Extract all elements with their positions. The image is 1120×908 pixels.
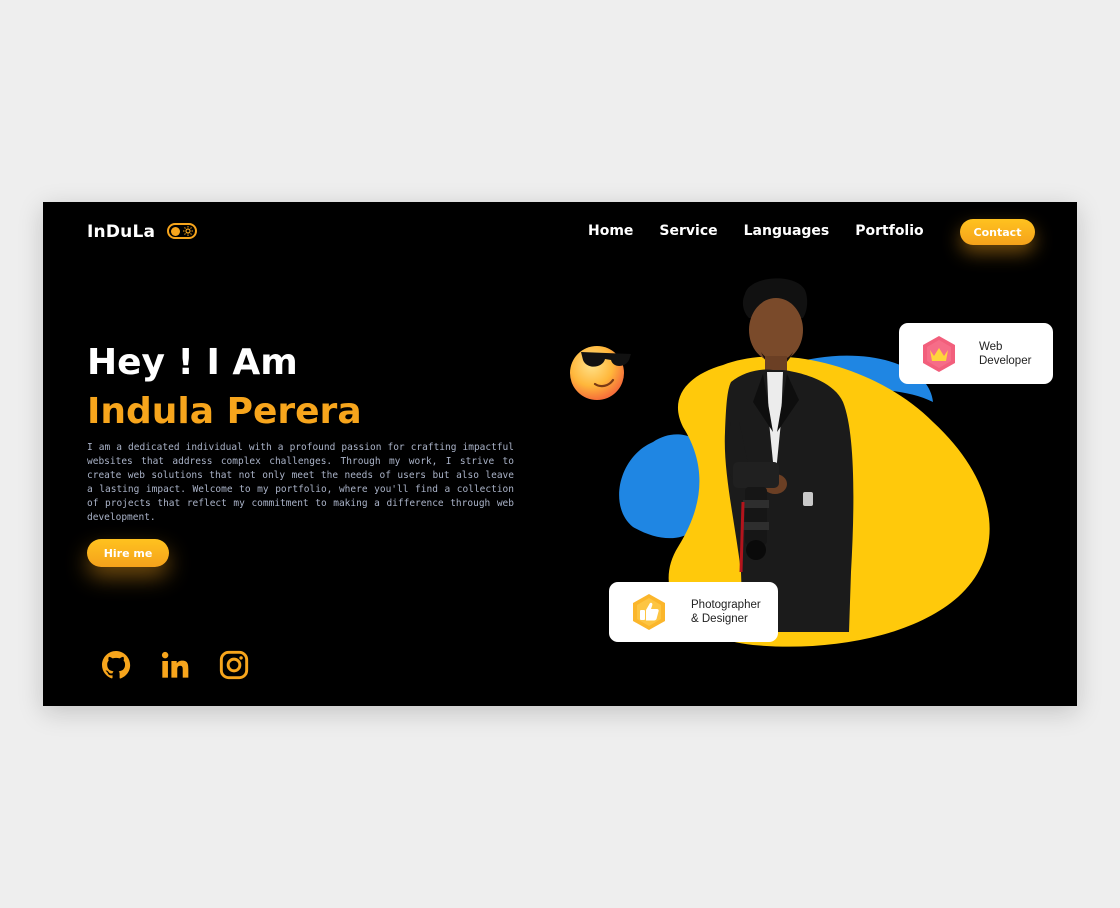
hero-greeting: Hey ! I Am	[87, 342, 298, 383]
crown-badge-icon	[923, 335, 955, 372]
hero-description: I am a dedicated individual with a profo…	[87, 442, 514, 523]
portfolio-page: InDuLa Home Service Languages Portfolio …	[43, 202, 1077, 706]
web-card-title: Web	[979, 340, 1003, 353]
site-logo[interactable]: InDuLa	[87, 222, 155, 242]
nav-portfolio[interactable]: Portfolio	[855, 223, 923, 239]
toggle-knob	[171, 227, 180, 236]
web-card-subtitle: Developer	[979, 354, 1032, 367]
thumbs-up-badge-icon	[633, 594, 665, 630]
sunglasses-emoji-icon	[570, 346, 631, 400]
github-icon[interactable]	[100, 649, 132, 681]
photographer-designer-card: Photographer & Designer	[609, 582, 778, 642]
photo-card-title: Photographer	[691, 599, 761, 611]
theme-toggle[interactable]	[167, 223, 197, 239]
nav-service[interactable]: Service	[659, 223, 717, 239]
photo-card-subtitle: & Designer	[691, 613, 748, 625]
hire-me-button[interactable]: Hire me	[87, 539, 169, 567]
instagram-icon[interactable]	[218, 649, 250, 681]
hero-name: Indula Perera	[87, 391, 362, 432]
nav-home[interactable]: Home	[588, 223, 633, 239]
nav-languages[interactable]: Languages	[744, 223, 830, 239]
contact-button[interactable]: Contact	[960, 219, 1035, 245]
main-nav: Home Service Languages Portfolio	[588, 223, 950, 239]
web-developer-card: Web Developer	[899, 323, 1053, 384]
linkedin-icon[interactable]	[159, 649, 191, 681]
sun-icon	[183, 226, 193, 236]
